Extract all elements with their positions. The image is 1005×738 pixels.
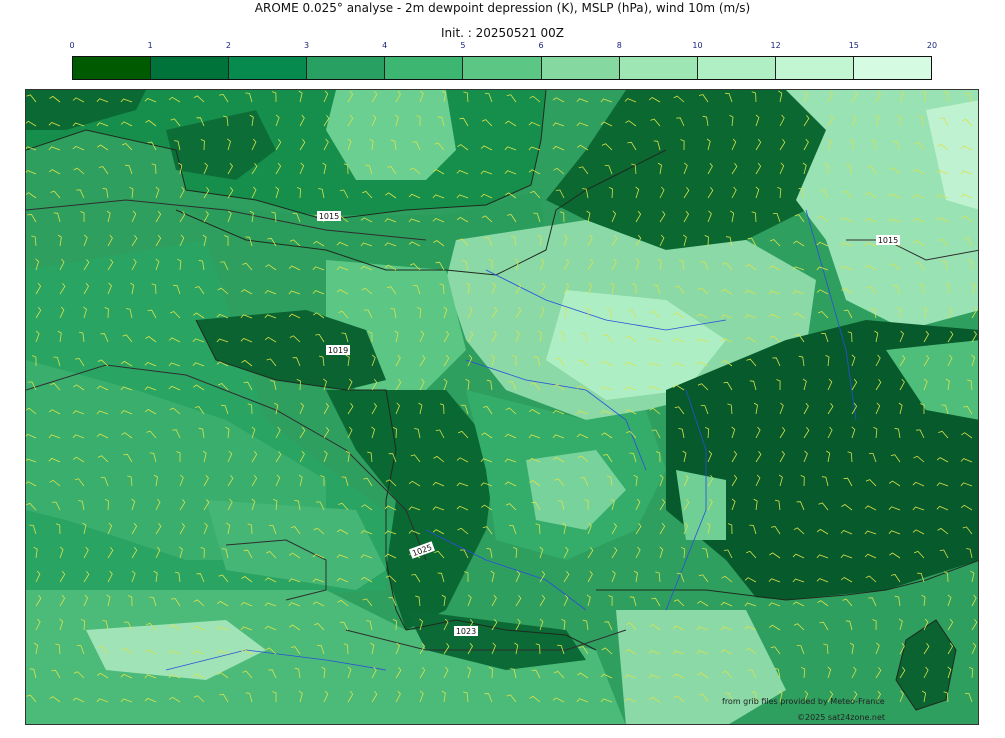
colorbar-tick: 2 xyxy=(225,41,231,50)
colorbar-segment xyxy=(463,57,542,79)
colorbar-tick: 10 xyxy=(692,41,703,50)
isobar-label: 1015 xyxy=(878,236,898,245)
colorbar-segment xyxy=(775,57,854,79)
colorbar-segment xyxy=(697,57,776,79)
colorbar-segment xyxy=(151,57,230,79)
colorbar-tick: 0 xyxy=(69,41,75,50)
colorbar-tick: 6 xyxy=(538,41,544,50)
colorbar-tick: 1 xyxy=(147,41,153,50)
map-title: AROME 0.025° analyse - 2m dewpoint depre… xyxy=(254,1,751,15)
colorbar-ticks: 0 1 2 3 4 5 6 8 10 12 15 20 xyxy=(69,41,937,53)
isobar-label: 1019 xyxy=(328,346,348,355)
colorbar-tick: 20 xyxy=(926,41,938,50)
copyright-credit: ©2025 sat24zone.net xyxy=(797,713,886,722)
colorbar-segment xyxy=(853,57,932,79)
map-panel: 1015 1019 1025 1023 1015 xyxy=(25,89,979,725)
source-credit: from grib files provided by Meteo-France xyxy=(722,697,885,706)
colorbar-segment xyxy=(73,57,152,79)
isobar-label: 1015 xyxy=(319,212,339,221)
colorbar-segment xyxy=(229,57,308,79)
isobar-label: 1023 xyxy=(456,627,476,636)
colorbar-segment xyxy=(385,57,464,79)
colorbar-tick: 12 xyxy=(770,41,781,50)
colorbar-tick: 3 xyxy=(303,41,310,50)
colorbar-tick: 5 xyxy=(460,41,466,50)
init-time: Init. : 20250521 00Z xyxy=(440,26,565,40)
colorbar xyxy=(72,56,932,80)
colorbar-tick: 15 xyxy=(848,41,859,50)
colorbar-segment xyxy=(619,57,698,79)
colorbar-segment xyxy=(541,57,620,79)
colorbar-tick: 8 xyxy=(616,41,622,50)
map-canvas: 1015 1019 1025 1023 1015 xyxy=(26,90,978,724)
colorbar-segment xyxy=(307,57,386,79)
colorbar-tick: 4 xyxy=(382,41,388,50)
